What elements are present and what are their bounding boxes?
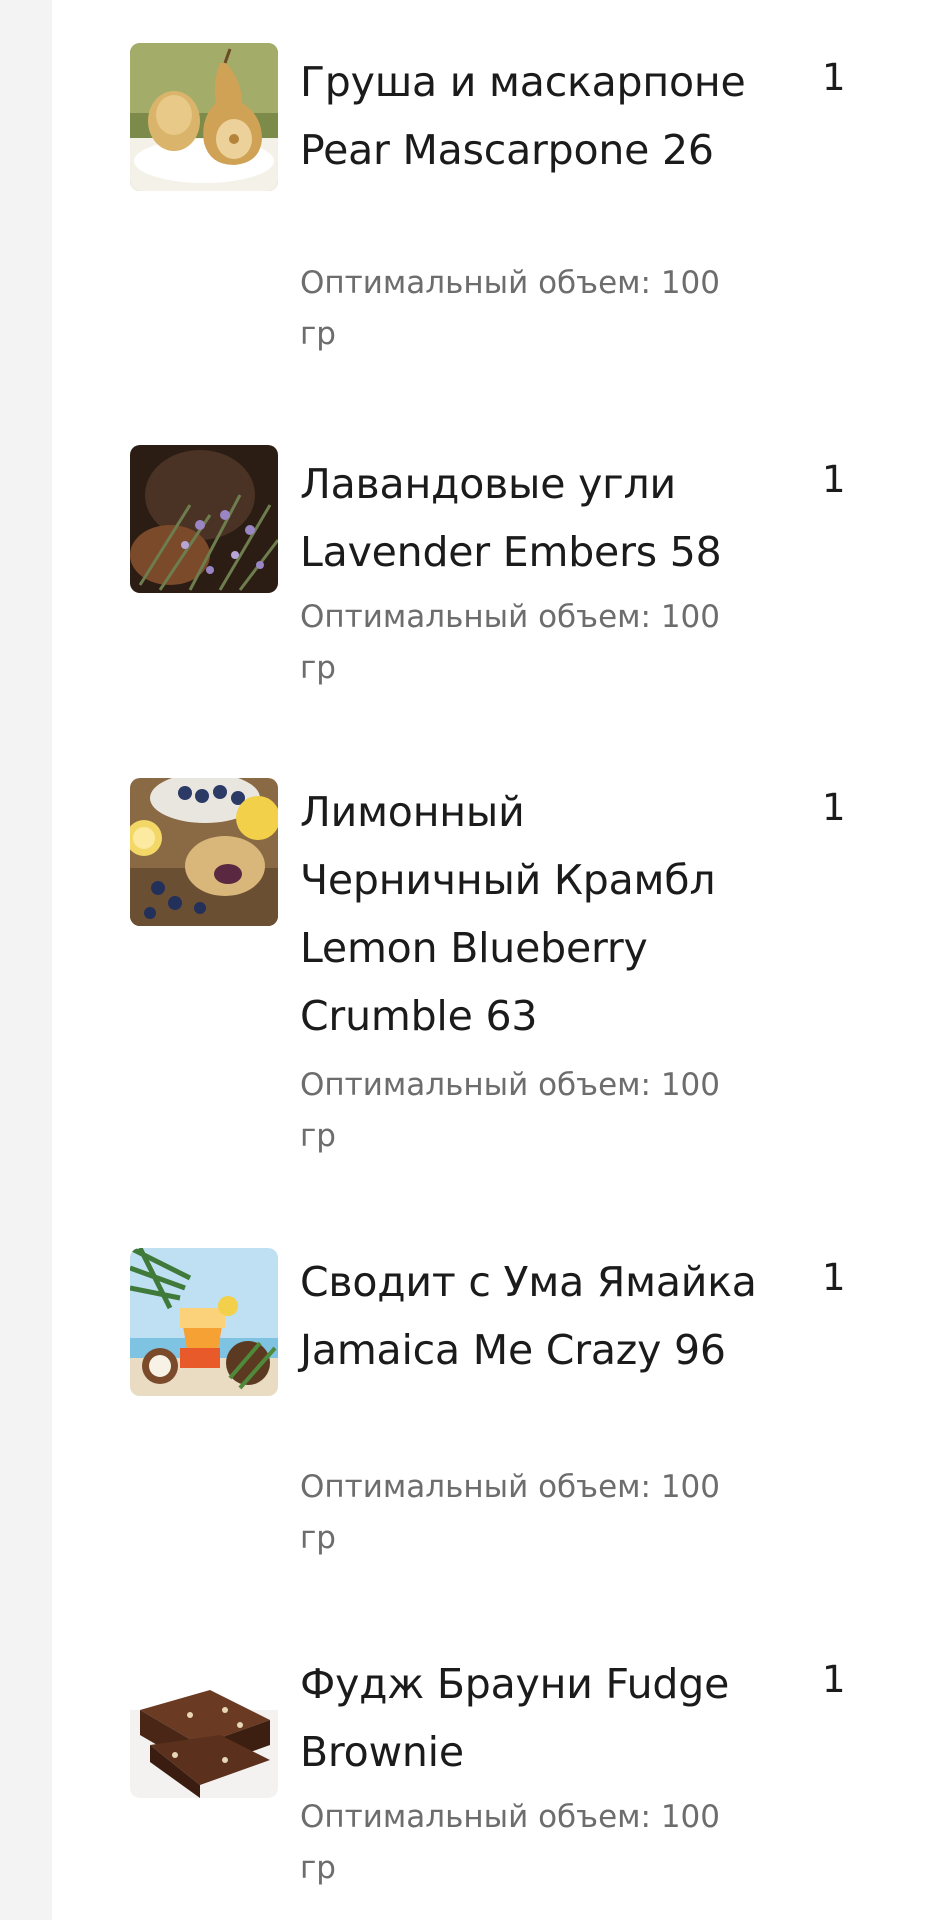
product-volume: Оптимальный объем: 100 гр — [300, 599, 720, 686]
list-item[interactable]: Лимонный Черничный Крамбл Lemon Blueberr… — [52, 730, 950, 1200]
left-rail — [0, 0, 52, 1920]
product-name: Сводит с Ума Ямайка Jamaica Me Crazy 96 — [300, 1258, 757, 1374]
quantity: 1 — [822, 458, 846, 501]
list-item[interactable]: Лавандовые угли Lavender Embers 58 Оптим… — [52, 400, 950, 730]
quantity: 1 — [822, 786, 846, 829]
product-name: Фудж Брауни Fudge Brownie — [300, 1660, 730, 1776]
lavender-embers-image[interactable] — [130, 445, 278, 593]
product-name: Лимонный Черничный Крамбл Lemon Blueberr… — [300, 788, 716, 1040]
product-name: Лавандовые угли Lavender Embers 58 — [300, 460, 722, 576]
product-volume: Оптимальный объем: 100 гр — [300, 1067, 720, 1154]
pear-mascarpone-image[interactable] — [130, 43, 278, 191]
fudge-brownie-image[interactable] — [130, 1650, 278, 1798]
product-volume: Оптимальный объем: 100 гр — [300, 265, 720, 352]
jamaica-cocktail-image[interactable] — [130, 1248, 278, 1396]
quantity: 1 — [822, 1658, 846, 1701]
list-item[interactable]: Груша и маскарпоне Pear Mascarpone 26 Оп… — [52, 0, 950, 400]
list-item[interactable]: Сводит с Ума Ямайка Jamaica Me Crazy 96 … — [52, 1200, 950, 1600]
quantity: 1 — [822, 1256, 846, 1299]
product-volume: Оптимальный объем: 100 гр — [300, 1469, 720, 1556]
product-volume: Оптимальный объем: 100 гр — [300, 1799, 720, 1886]
lemon-blueberry-crumble-image[interactable] — [130, 778, 278, 926]
product-name: Груша и маскарпоне Pear Mascarpone 26 — [300, 58, 746, 174]
list-item[interactable]: Фудж Брауни Fudge Brownie Оптимальный об… — [52, 1600, 950, 1920]
quantity: 1 — [822, 56, 846, 99]
product-list: Груша и маскарпоне Pear Mascarpone 26 Оп… — [52, 0, 950, 1920]
